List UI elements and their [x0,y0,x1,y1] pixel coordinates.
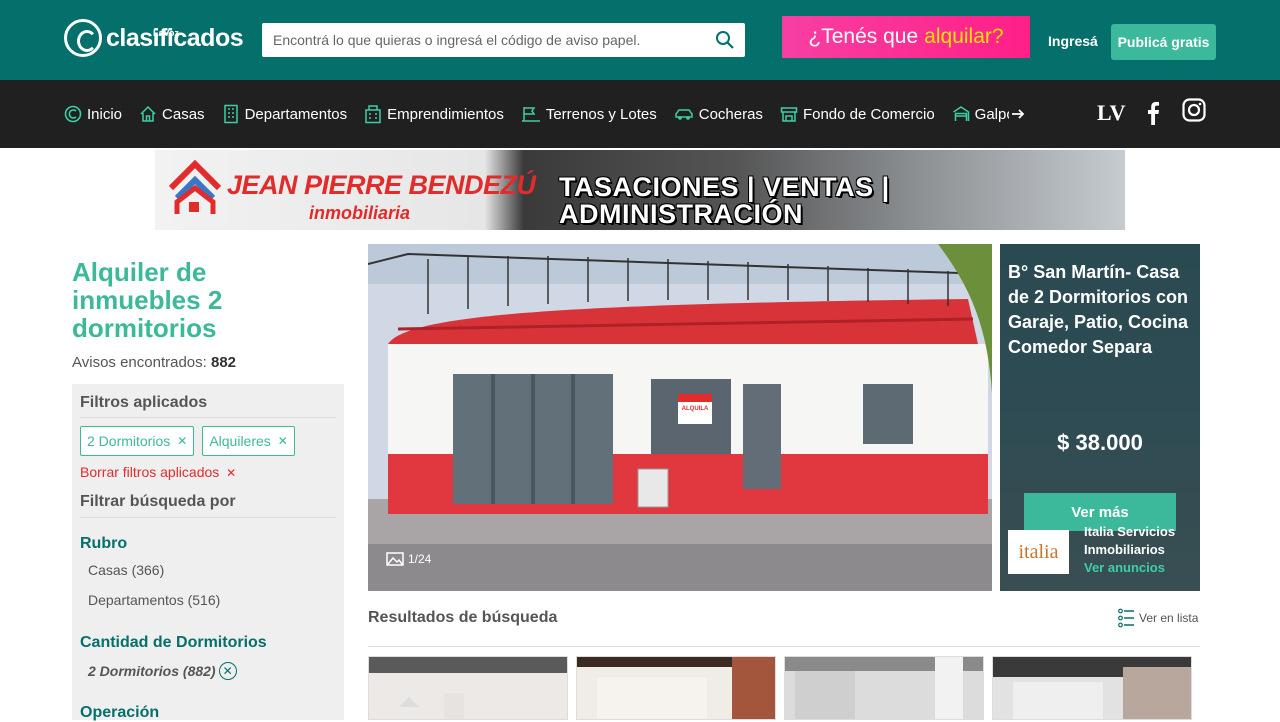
listing-thumbnail [577,657,775,719]
listing-card[interactable] [784,656,984,720]
list-icon [1118,608,1134,628]
filters-panel: Filtros aplicados 2 Dormitorios ✕ Alquil… [72,384,344,721]
promo-text: ¿Tenés que [808,25,919,48]
page-title: Alquiler de inmuebles 2 dormitorios [72,257,223,343]
ad-banner[interactable]: JEAN PIERRE BENDEZÚ inmobiliaria TASACIO… [155,150,1125,230]
promo-rent-button[interactable]: ¿Tenés que alquilar? [782,16,1030,58]
remove-icon[interactable]: ✕ [177,434,187,448]
nav-item-label: Inicio [87,105,123,123]
instagram-icon[interactable] [1182,98,1206,122]
search-icon [716,31,734,49]
nav-item-fondo-comercio[interactable]: Fondo de Comercio [780,105,935,123]
selected-option-label: 2 Dormitorios (882) [88,663,216,679]
photo-counter-text: 1/24 [408,552,432,566]
divider [368,646,1200,647]
option-departamentos[interactable]: Departamentos (516) [88,592,220,608]
chip-label: 2 Dormitorios [87,433,171,449]
listing-thumbnail [369,657,567,719]
building-icon [223,104,238,124]
facebook-icon[interactable] [1146,101,1160,125]
nav-item-emprendimientos[interactable]: Emprendimientos [364,104,504,124]
nav-item-inicio[interactable]: Inicio [64,105,122,123]
nav-item-cocheras[interactable]: Cocheras [674,106,763,123]
promo-accent-text: alquilar? [924,25,1004,48]
photo-counter: 1/24 [386,552,431,566]
applied-filter-chips: 2 Dormitorios ✕ Alquileres ✕ [80,426,303,456]
nav-item-casas[interactable]: Casas [139,105,205,123]
category-nav: Inicio Casas Departamentos Emprendimient… [0,80,1280,148]
listing-thumbnail [993,657,1191,719]
results-count-value: 882 [210,354,237,371]
featured-listing-photo[interactable]: ALQUILA [368,244,992,591]
selected-option-dormitorios: 2 Dormitorios (882) ✕ [88,662,237,680]
close-icon: ✕ [226,466,237,480]
group-operacion: Operación [80,704,160,721]
search-input[interactable] [262,24,705,56]
search-bar [262,23,745,57]
clear-filters-link[interactable]: Borrar filtros aplicados ✕ [80,464,236,480]
banner-brand-sub: inmobiliaria [309,203,411,223]
logo-icon [64,19,102,57]
nav-item-label: Casas [162,105,205,123]
arrow-right-icon[interactable] [1010,106,1026,122]
list-view-toggle[interactable]: Ver en lista [1118,608,1198,628]
results-heading: Resultados de búsqueda [368,609,558,626]
land-icon [521,107,540,122]
image-icon [386,552,404,566]
group-rubro: Rubro [80,535,128,552]
development-icon [365,105,381,124]
nav-item-label: Cocheras [698,105,763,123]
listing-thumbnail [785,657,983,719]
publish-button[interactable]: Publicá gratis [1111,24,1216,60]
nav-item-label: Fondo de Comercio [802,105,935,123]
results-count: Avisos encontrados: 882 [72,354,236,371]
store-icon [780,107,798,122]
listing-price: $ 38.000 [1057,430,1143,455]
filter-chip-2-dormitorios[interactable]: 2 Dormitorios ✕ [80,426,195,456]
house-icon [140,105,156,122]
agency-name: Italia Servicios Inmobiliarios [1084,524,1176,557]
banner-slogan: TASACIONES | VENTAS | ADMINISTRACIÓN [559,172,890,229]
featured-listing-card: B° San Martín- Casa de 2 Dormitorios con… [1000,244,1200,591]
search-button[interactable] [705,23,745,57]
nav-item-galpones[interactable]: Galpones y Depósitos [952,105,1009,123]
clear-filters-label: Borrar filtros aplicados [80,464,220,480]
option-casas[interactable]: Casas (366) [88,562,164,578]
listing-card[interactable] [368,656,568,720]
results-count-label: Avisos encontrados: [72,354,207,371]
nav-item-label: Departamentos [244,105,348,123]
filter-chip-alquileres[interactable]: Alquileres ✕ [202,426,295,456]
home-logo-icon [64,105,82,123]
chip-label: Alquileres [209,433,271,449]
filter-by-heading: Filtrar búsqueda por [80,493,336,518]
nav-items: Inicio Casas Departamentos Emprendimient… [64,80,1009,148]
group-dormitorios: Cantidad de Dormitorios [80,634,267,651]
car-icon [674,109,693,120]
remove-icon[interactable]: ✕ [278,434,288,448]
house-photo: ALQUILA [368,244,992,591]
logo-subtext: LaVoz [153,28,179,38]
login-link[interactable]: Ingresá [1048,33,1098,49]
nav-item-terrenos[interactable]: Terrenos y Lotes [521,105,657,123]
nav-item-label: Emprendimientos [387,105,504,123]
top-bar: clasificados LaVoz ¿Tenés que alquilar? … [0,0,1280,80]
site-logo[interactable]: clasificados [64,18,244,58]
agency-listings-link[interactable]: Ver anuncios [1084,560,1165,575]
agency-logo-text: italia [1018,541,1059,563]
banner-brand: JEAN PIERRE BENDEZÚ [227,170,536,200]
agency-house-logo [169,159,221,214]
for-rent-sign: ALQUILA [682,406,709,412]
listing-card[interactable] [576,656,776,720]
list-view-label: Ver en lista [1139,611,1199,625]
nav-item-label: Galpones y Depósitos [974,105,1009,123]
listing-title[interactable]: B° San Martín- Casa de 2 Dormitorios con… [1008,260,1194,360]
listing-card[interactable] [992,656,1192,720]
nav-item-departamentos[interactable]: Departamentos [222,104,348,124]
warehouse-icon [952,106,969,121]
agency-logo[interactable]: italia [1008,530,1069,574]
remove-circle-icon[interactable]: ✕ [218,662,237,680]
applied-filters-heading: Filtros aplicados [80,394,336,418]
nav-item-label: Terrenos y Lotes [545,105,657,123]
lavoz-link[interactable]: LV [1097,100,1126,126]
